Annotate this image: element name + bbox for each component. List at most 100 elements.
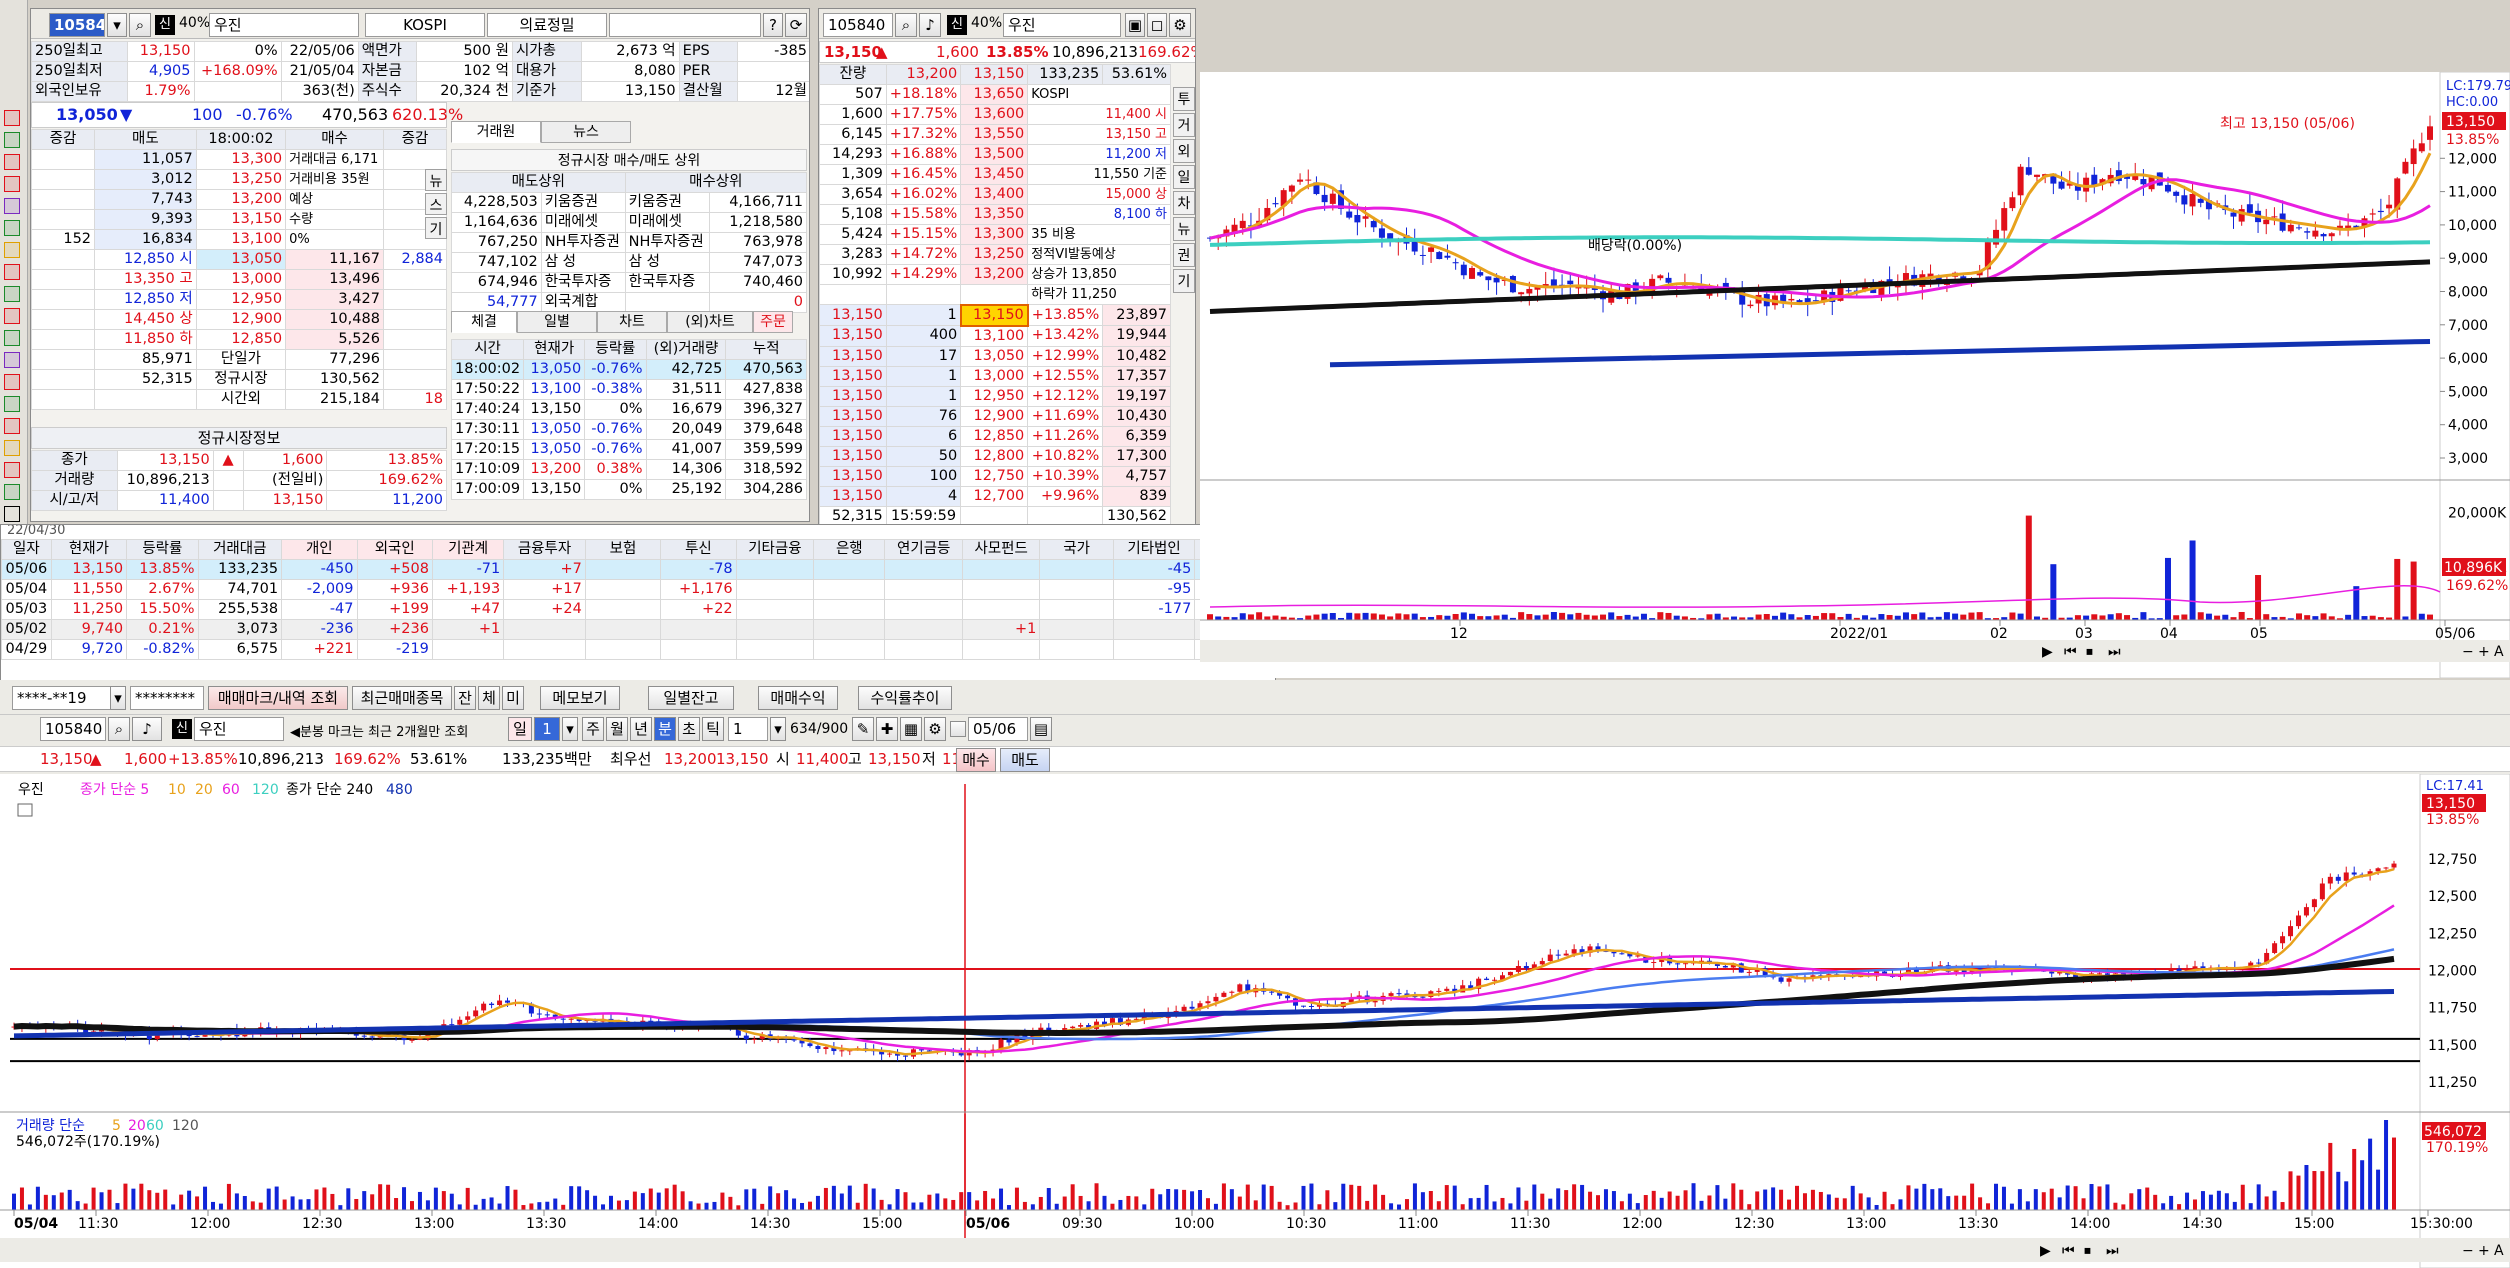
strip-marker-icon[interactable] <box>4 484 20 500</box>
daily-chart-svg[interactable]: 12,000 11,000 10,000 9,000 8,000 7,000 6,000 5,… <box>1200 72 2510 678</box>
intra-zoom-icon[interactable]: A <box>2494 1243 2504 1259</box>
trade-profit-button[interactable]: 매매수익 <box>758 686 838 710</box>
refresh-icon[interactable]: ⟳ <box>785 13 807 37</box>
orderbook-left[interactable]: 증감 매도 18:00:02 매수 증감 11,057 13,300 거래대금 6,171 3,… <box>31 129 448 410</box>
tick-tab-0[interactable]: 체결 <box>451 311 517 333</box>
strip-marker-icon[interactable] <box>4 374 20 390</box>
mark-history-button[interactable]: 매매마크/내역 조회 <box>208 686 348 710</box>
chart-search-icon[interactable]: ⌕ <box>108 717 130 741</box>
tab-news[interactable]: 뉴스 <box>541 121 631 143</box>
strip-marker-icon[interactable] <box>4 352 20 368</box>
memo-button[interactable]: 메모보기 <box>540 686 620 710</box>
chart-tool-icon-1[interactable]: ✎ <box>852 717 874 741</box>
account-dropdown[interactable]: ▾ <box>110 686 126 710</box>
strip-marker-icon[interactable] <box>4 154 20 170</box>
ob-search-icon[interactable]: ⌕ <box>895 13 917 37</box>
tick-tab-2[interactable]: 차트 <box>597 311 667 333</box>
orderbook-right[interactable]: 잔량 13,200 13,150 133,235 53.61% 507 +18.18% 13,… <box>819 64 1171 537</box>
daily-zoom-icon[interactable]: − <box>2462 644 2474 660</box>
period-day[interactable]: 일 <box>508 717 532 741</box>
password-input[interactable]: ******** <box>130 686 204 710</box>
chart-buy-button[interactable]: 매수 <box>956 748 996 772</box>
chart-sell-button[interactable]: 매도 <box>1000 748 1050 772</box>
tick-tab-1[interactable]: 일별 <box>517 311 597 333</box>
strip-marker-icon[interactable] <box>4 176 20 192</box>
period-month[interactable]: 월 <box>606 717 628 741</box>
obr-side-tab-3[interactable]: 일 <box>1173 165 1195 189</box>
intraday-chart-svg[interactable]: 우진 종가 단순 5 10 20 60 120 종가 단순 240 480 LC:17.4113… <box>0 774 2510 1268</box>
period-second[interactable]: 초 <box>678 717 700 741</box>
daily-zoom-icon[interactable]: + <box>2478 644 2490 660</box>
intra-nav-icon[interactable]: ⏭ <box>2106 1243 2119 1259</box>
chart-name-field[interactable]: 우진 <box>194 717 284 741</box>
intra-nav-icon[interactable]: ▶ <box>2040 1243 2051 1259</box>
chart-gear-icon[interactable]: ⚙ <box>924 717 946 741</box>
daily-balance-button[interactable]: 일별잔고 <box>648 686 734 710</box>
tick-tab-3[interactable]: (외)차트 <box>667 311 753 333</box>
recent-trades-button[interactable]: 최근매매종목 <box>352 686 452 710</box>
ob-side-tab-1[interactable]: 스 <box>425 193 447 215</box>
strip-marker-icon[interactable] <box>4 396 20 412</box>
obr-side-tab-4[interactable]: 차 <box>1173 191 1195 215</box>
chart-code-input[interactable]: 105840 <box>40 717 106 741</box>
stock-code-input[interactable]: 105840 <box>49 13 105 37</box>
period-day-count[interactable]: 1 <box>534 717 560 741</box>
intra-nav-icon[interactable]: ⏹ <box>2084 1243 2091 1259</box>
intra-zoom-icon[interactable]: − <box>2462 1243 2474 1259</box>
chart-tool-icon-2[interactable]: ✚ <box>876 717 898 741</box>
ob-side-tab-0[interactable]: 뉴 <box>425 169 447 191</box>
obr-side-tab-6[interactable]: 권 <box>1173 243 1195 267</box>
period-minute[interactable]: 분 <box>654 717 676 741</box>
period-dropdown[interactable]: ▾ <box>562 717 578 741</box>
strip-marker-icon[interactable] <box>4 462 20 478</box>
period-count-input[interactable]: 1 <box>728 717 768 741</box>
strip-marker-icon[interactable] <box>4 264 20 280</box>
strip-marker-icon[interactable] <box>4 110 20 126</box>
strip-marker-icon[interactable] <box>4 506 20 522</box>
period-year[interactable]: 년 <box>630 717 652 741</box>
ob-sound-icon[interactable]: ♪ <box>919 13 941 37</box>
strip-marker-icon[interactable] <box>4 308 20 324</box>
strip-marker-icon[interactable] <box>4 242 20 258</box>
tab-broker[interactable]: 거래원 <box>451 121 541 143</box>
obr-side-tab-2[interactable]: 외 <box>1173 139 1195 163</box>
intra-zoom-icon[interactable]: + <box>2478 1243 2490 1259</box>
strip-marker-icon[interactable] <box>4 198 20 214</box>
strip-marker-icon[interactable] <box>4 132 20 148</box>
strip-marker-icon[interactable] <box>4 220 20 236</box>
stock-name-field[interactable]: 우진 <box>209 13 359 37</box>
strip-marker-icon[interactable] <box>4 418 20 434</box>
chart-date-input[interactable]: 05/06 <box>968 717 1028 741</box>
tick-tab-4[interactable]: 주문 <box>753 311 793 333</box>
chart-tool-icon-3[interactable]: ▦ <box>900 717 922 741</box>
daily-nav-icon[interactable]: ⏹ <box>2086 644 2093 660</box>
intra-nav-icon[interactable]: ⏮ <box>2062 1243 2075 1259</box>
ob-side-tab-2[interactable]: 기 <box>425 217 447 239</box>
strip-marker-icon[interactable] <box>4 330 20 346</box>
obr-side-tab-7[interactable]: 기 <box>1173 269 1195 293</box>
return-trend-button[interactable]: 수익률추이 <box>858 686 952 710</box>
daily-nav-icon[interactable]: ▶ <box>2042 644 2053 660</box>
obr-side-tab-1[interactable]: 거 <box>1173 113 1195 137</box>
ob-code-input[interactable]: 105840 <box>823 13 893 37</box>
strip-marker-icon[interactable] <box>4 440 20 456</box>
chart-sound-icon[interactable]: ♪ <box>132 717 162 741</box>
period-count-dropdown[interactable]: ▾ <box>770 717 786 741</box>
date-checkbox[interactable] <box>950 721 966 737</box>
calendar-icon[interactable]: ▤ <box>1030 717 1052 741</box>
help-icon[interactable]: ? <box>763 13 783 37</box>
account-select[interactable]: ****-**19 <box>12 686 122 710</box>
obr-side-tab-5[interactable]: 뉴 <box>1173 217 1195 241</box>
period-week[interactable]: 주 <box>582 717 604 741</box>
ob-name-field[interactable]: 우진 <box>1003 13 1121 37</box>
unfilled-small-button[interactable]: 미 <box>502 686 524 710</box>
daily-zoom-icon[interactable]: A <box>2494 644 2504 660</box>
obr-side-tab-0[interactable]: 투 <box>1173 87 1195 111</box>
ob-gear-icon[interactable]: ⚙ <box>1169 13 1191 37</box>
daily-nav-icon[interactable]: ⏭ <box>2108 644 2121 660</box>
period-tick[interactable]: 틱 <box>702 717 724 741</box>
code-dropdown-button[interactable]: ▾ <box>107 13 127 37</box>
search-icon[interactable]: ⌕ <box>129 13 151 37</box>
exec-small-button[interactable]: 체 <box>478 686 500 710</box>
ob-lock-icon[interactable]: ▣ <box>1125 13 1145 37</box>
